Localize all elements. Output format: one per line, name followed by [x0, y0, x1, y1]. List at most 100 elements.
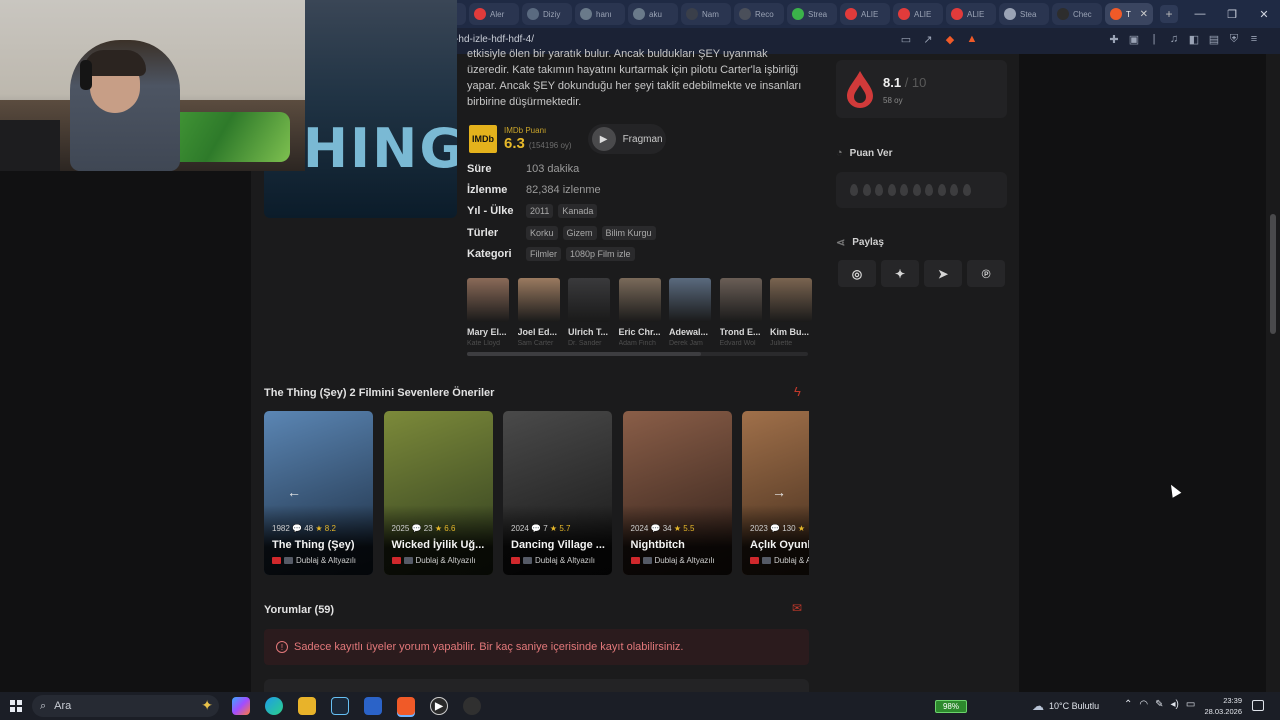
volume-icon[interactable]: ◂)	[1171, 699, 1179, 710]
cast-scrollbar-thumb[interactable]	[467, 352, 701, 356]
cast-member[interactable]: Trond E... Edvard Wol	[719, 278, 762, 347]
windows-start-icon[interactable]	[10, 700, 22, 712]
rating-drop-icon[interactable]	[937, 184, 946, 196]
extensions-icon[interactable]: ✚	[1108, 33, 1120, 46]
battery-widget[interactable]: 98%	[935, 700, 967, 713]
category-chip[interactable]: Filmler	[526, 247, 561, 262]
menu-icon[interactable]: ≡	[1248, 33, 1260, 46]
country-chip[interactable]: Kanada	[558, 204, 598, 219]
carousel-next-icon[interactable]: →	[772, 484, 786, 500]
movie-card[interactable]: 2024 💬 7 ★ 5.7 Dancing Village ... Dublaj …	[503, 411, 612, 575]
browser-tab[interactable]: aku	[628, 3, 678, 25]
edge-icon[interactable]	[265, 697, 283, 715]
trailer-label: Fragman	[622, 133, 663, 145]
network-icon[interactable]: ◠	[1139, 699, 1148, 710]
browser-tab[interactable]: Diziy	[522, 3, 572, 25]
share-page-icon[interactable]: ↗	[922, 33, 934, 46]
rating-drop-icon[interactable]	[962, 184, 971, 196]
browser-tab[interactable]: hanı	[575, 3, 625, 25]
cast-scrollbar[interactable]	[467, 352, 808, 356]
year-chip[interactable]: 2011	[526, 204, 554, 219]
restore-icon[interactable]: ❐	[1216, 0, 1248, 28]
steam-icon[interactable]	[331, 697, 349, 715]
category-chip[interactable]: 1080p Film izle	[566, 247, 635, 262]
star-icon: ★	[549, 524, 558, 533]
movie-description: etkisiyle ölen bir yaratık bulur. Ancak …	[467, 48, 802, 108]
taskbar-search[interactable]: ⌕ Ara ✦	[32, 695, 219, 717]
comment-icon: 💬	[650, 524, 661, 533]
rating-drop-icon[interactable]	[850, 184, 858, 196]
browser-tab[interactable]: Strea	[787, 3, 837, 25]
movie-tags: Dublaj & Altyazılı	[750, 556, 809, 565]
genre-chip[interactable]: Gizem	[562, 225, 597, 240]
close-tab-icon[interactable]: ✕	[1140, 9, 1148, 20]
browser-tab[interactable]: Stea	[999, 3, 1049, 25]
scrollbar-thumb[interactable]	[1270, 214, 1276, 334]
music-icon[interactable]: ♫	[1168, 33, 1180, 46]
battery-tray-icon[interactable]: ▭	[1186, 699, 1195, 710]
imdb-row: IMDb IMDb Puanı 6.3 (154196 oy) ▶ Fragman	[469, 124, 666, 154]
cast-member[interactable]: Kim Bu... Juliette	[770, 278, 812, 347]
rating-drop-icon[interactable]	[862, 184, 871, 196]
copilot-icon[interactable]	[232, 697, 250, 715]
rating-drop-icon[interactable]	[900, 184, 908, 196]
screen-cast-icon[interactable]: ▭	[900, 33, 912, 46]
pinterest-icon[interactable]: ℗	[967, 260, 1005, 287]
drop-outline-icon: ◔	[836, 147, 843, 159]
comment-form[interactable]	[264, 679, 809, 692]
movie-card[interactable]: 2025 💬 23 ★ 6.6 Wicked İyilik Uğ... Dublaj…	[383, 411, 493, 575]
rating-drop-icon[interactable]	[912, 184, 921, 196]
vpn-icon[interactable]: ⛨	[1228, 33, 1240, 46]
file-explorer-icon[interactable]	[298, 697, 316, 715]
trailer-button[interactable]: ▶ Fragman	[587, 124, 666, 154]
tab-label: Aler	[490, 9, 505, 19]
chevron-up-icon[interactable]: ⌃	[1124, 699, 1132, 710]
movie-card[interactable]: 2024 💬 34 ★ 5.5 Nightbitch Dublaj & Altyaz…	[622, 411, 732, 575]
rating-drop-icon[interactable]	[950, 184, 958, 196]
browser-tab[interactable]: Nam	[681, 3, 731, 25]
system-tray-weather[interactable]: ☁ 10°C Bulutlu	[1032, 692, 1099, 720]
page-scrollbar[interactable]	[1266, 54, 1280, 692]
media-player-icon[interactable]: ▶	[430, 697, 448, 715]
rating-drop-icon[interactable]	[887, 184, 896, 196]
rating-drop-icon[interactable]	[875, 184, 883, 196]
carousel-prev-icon[interactable]: ←	[287, 484, 301, 500]
notepad-icon[interactable]	[364, 697, 382, 715]
browser-tab[interactable]: Aler	[469, 3, 519, 25]
subtitle-flag-icon	[403, 557, 413, 564]
pen-icon[interactable]: ✎	[1155, 699, 1163, 710]
movie-comments: 7	[543, 524, 548, 533]
rating-drop-icon[interactable]	[925, 184, 933, 196]
sidebar-toggle-icon[interactable]: ◧	[1188, 33, 1200, 46]
wallet-icon[interactable]: ▤	[1208, 33, 1220, 46]
browser-tab[interactable]: ALIE	[946, 3, 996, 25]
browser-tab[interactable]: ALIE	[893, 3, 943, 25]
genre-chip[interactable]: Korku	[526, 225, 558, 240]
cast-member[interactable]: Ulrich T... Dr. Sander	[568, 278, 610, 347]
obs-icon[interactable]	[463, 697, 481, 715]
browser-toolbar: ✚ ▣ | ♫ ◧ ▤ ⛨ ≡	[1108, 33, 1260, 46]
cast-member[interactable]: Eric Chr... Adam Finch	[618, 278, 661, 347]
browser-tab[interactable]: Chec	[1052, 3, 1102, 25]
new-tab-button[interactable]: +	[1160, 5, 1178, 23]
screenshot-icon[interactable]: ▣	[1128, 33, 1140, 46]
whatsapp-icon[interactable]: ◎	[838, 260, 876, 287]
brave-rewards-icon[interactable]: ▲	[966, 33, 978, 46]
genre-chip[interactable]: Bilim Kurgu	[601, 225, 656, 240]
telegram-icon[interactable]: ➤	[924, 260, 962, 287]
minimize-icon[interactable]: —	[1184, 0, 1216, 28]
movie-card[interactable]: 1982 💬 48 ★ 8.2 The Thing (Şey) Dublaj & A…	[264, 411, 373, 575]
cast-name: Eric Chr...	[618, 327, 661, 337]
browser-tab-active[interactable]: T ✕	[1105, 3, 1153, 25]
brave-shield-icon[interactable]: ◆	[944, 33, 956, 46]
cast-member[interactable]: Adewal... Derek Jam	[669, 278, 711, 347]
cast-member[interactable]: Joel Ed... Sam Carter	[517, 278, 560, 347]
close-icon[interactable]: ✕	[1248, 0, 1280, 28]
browser-tab[interactable]: Reco	[734, 3, 784, 25]
cast-member[interactable]: Mary El... Kate Lloyd	[467, 278, 509, 347]
notification-icon[interactable]	[1252, 700, 1264, 711]
browser-tab[interactable]: ALIE	[840, 3, 890, 25]
brave-icon[interactable]	[397, 697, 415, 715]
taskbar-clock[interactable]: 23:39 28.03.2026	[1200, 695, 1242, 717]
twitter-icon[interactable]: ✦	[881, 260, 919, 287]
